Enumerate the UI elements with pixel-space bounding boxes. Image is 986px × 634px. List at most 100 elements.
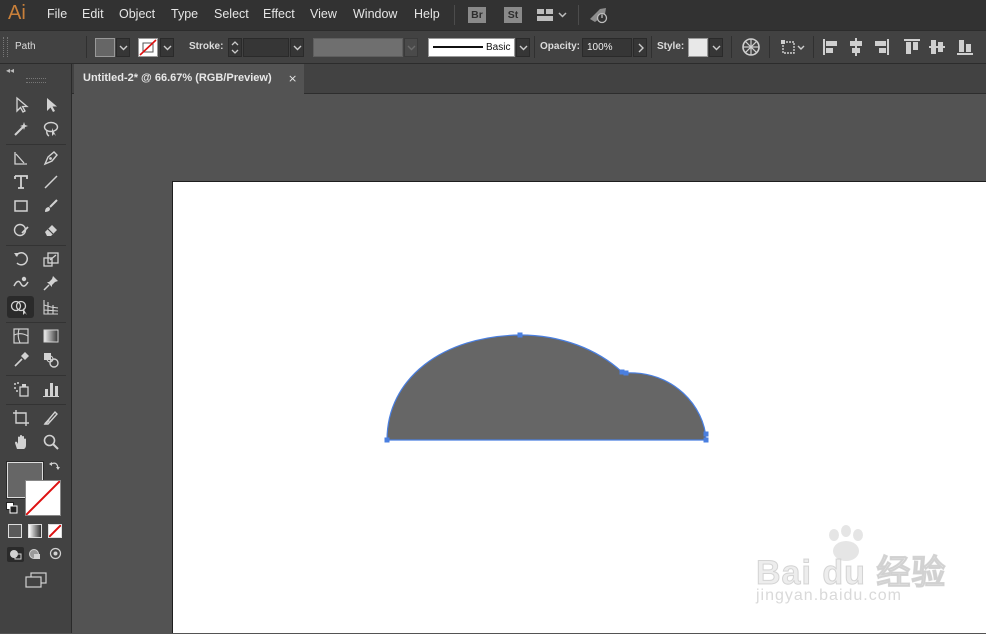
align-to-selection-icon: [781, 40, 805, 54]
selection-tool[interactable]: [9, 94, 33, 116]
slice-tool[interactable]: [39, 407, 63, 429]
shape-builder-tool[interactable]: [7, 296, 34, 318]
rotate-tool[interactable]: [9, 248, 33, 270]
column-graph-tool[interactable]: [39, 378, 63, 400]
stroke-weight-stepper[interactable]: [228, 38, 242, 57]
menu-type[interactable]: Type: [171, 7, 198, 21]
gradient-tool[interactable]: [39, 325, 63, 347]
symbol-sprayer-tool[interactable]: [9, 378, 33, 400]
tools-panel-grip[interactable]: [26, 78, 46, 83]
draw-normal-button[interactable]: [7, 547, 24, 562]
document-tab[interactable]: Untitled-2* @ 66.67% (RGB/Preview) ×: [74, 64, 304, 94]
collapse-panel-icon[interactable]: ◂◂: [6, 66, 14, 75]
close-icon[interactable]: ×: [288, 72, 297, 85]
eraser-tool[interactable]: [39, 219, 63, 241]
puppet-warp-tool[interactable]: [39, 272, 63, 294]
menu-effect[interactable]: Effect: [263, 7, 295, 21]
align-top-icon: [904, 39, 920, 54]
app-logo: Ai: [8, 2, 26, 24]
graphic-style-swatch[interactable]: [688, 38, 708, 57]
lasso-tool[interactable]: [39, 118, 63, 140]
shape-builder-icon: [10, 300, 27, 315]
anchor-point[interactable]: [703, 431, 709, 437]
menu-object[interactable]: Object: [119, 7, 155, 21]
stroke-weight-dropdown[interactable]: [290, 38, 304, 57]
align-vertical-center-icon: [929, 40, 945, 54]
brush-definition[interactable]: Basic: [428, 38, 515, 57]
gpu-performance-button[interactable]: [588, 6, 610, 27]
watermark: Bai du 经验 jingyan.baidu.com: [755, 525, 976, 615]
eyedropper-tool[interactable]: [9, 349, 33, 371]
chevron-down-icon: [519, 45, 528, 51]
gradient-mode-button[interactable]: [28, 524, 42, 538]
variable-width-dropdown[interactable]: [404, 38, 418, 57]
stroke-label: Stroke:: [189, 41, 224, 52]
menu-view[interactable]: View: [310, 7, 337, 21]
opacity-slider-button[interactable]: [633, 38, 647, 57]
workspace-layout-button[interactable]: [537, 8, 569, 25]
control-bar-grip[interactable]: [3, 37, 8, 57]
mesh-tool[interactable]: [9, 325, 33, 347]
brush-dropdown[interactable]: [516, 38, 530, 57]
menu-help[interactable]: Help: [414, 7, 440, 21]
draw-behind-button[interactable]: [28, 547, 41, 563]
paintbrush-tool[interactable]: [39, 195, 63, 217]
stroke-color-proxy[interactable]: [25, 480, 61, 516]
curvature-tool[interactable]: [9, 147, 33, 169]
variable-width-profile[interactable]: [313, 38, 403, 57]
watermark-url: jingyan.baidu.com: [756, 587, 902, 604]
align-bottom-button[interactable]: [956, 37, 974, 60]
default-fill-stroke-button[interactable]: [6, 502, 18, 517]
menu-edit[interactable]: Edit: [82, 7, 104, 21]
blend-tool[interactable]: [39, 349, 63, 371]
artboard-tool[interactable]: [9, 407, 33, 429]
bridge-button[interactable]: Br: [468, 7, 486, 23]
graphic-style-dropdown[interactable]: [709, 38, 723, 57]
draw-inside-button[interactable]: [49, 547, 62, 563]
align-top-button[interactable]: [903, 37, 921, 60]
color-mode-button[interactable]: [8, 524, 22, 538]
anchor-point[interactable]: [623, 370, 629, 376]
menu-select[interactable]: Select: [214, 7, 249, 21]
direct-selection-arrow-icon: [47, 98, 57, 112]
opacity-field[interactable]: 100%: [582, 38, 632, 57]
scale-tool[interactable]: [39, 248, 63, 270]
align-to-button[interactable]: [780, 37, 808, 60]
shaper-tool[interactable]: [9, 219, 33, 241]
align-left-button[interactable]: [822, 37, 840, 60]
swap-fill-stroke-button[interactable]: [49, 460, 61, 475]
line-segment-tool[interactable]: [39, 171, 63, 193]
screen-mode-button[interactable]: [25, 572, 47, 591]
align-right-button[interactable]: [872, 37, 890, 60]
magic-wand-tool[interactable]: [9, 118, 33, 140]
menu-file[interactable]: File: [47, 7, 67, 21]
anchor-point[interactable]: [703, 437, 709, 443]
align-vertical-center-button[interactable]: [928, 37, 946, 60]
rectangle-tool[interactable]: [9, 195, 33, 217]
zoom-tool[interactable]: [39, 431, 63, 453]
pen-tool[interactable]: [39, 147, 63, 169]
warp-tool[interactable]: [9, 272, 33, 294]
cloud-shape-path[interactable]: [386, 334, 707, 441]
stroke-weight-field[interactable]: [243, 38, 289, 57]
direct-selection-tool[interactable]: [39, 94, 63, 116]
recolor-artwork-button[interactable]: [741, 37, 761, 60]
align-horizontal-center-icon: [850, 38, 862, 56]
type-tool[interactable]: [9, 171, 33, 193]
hand-tool[interactable]: [9, 431, 33, 453]
tool-divider: [6, 375, 66, 376]
fill-dropdown[interactable]: [116, 38, 130, 57]
symbol-sprayer-icon: [14, 382, 29, 397]
anchor-point[interactable]: [384, 437, 390, 443]
stroke-swatch[interactable]: [138, 38, 158, 57]
anchor-point[interactable]: [517, 332, 523, 338]
rotate-icon: [14, 252, 29, 266]
chevron-down-icon: [119, 45, 128, 51]
stroke-color-dropdown[interactable]: [160, 38, 174, 57]
none-mode-button[interactable]: [48, 524, 62, 538]
menu-window[interactable]: Window: [353, 7, 397, 21]
fill-swatch[interactable]: [95, 38, 115, 57]
align-horizontal-center-button[interactable]: [847, 37, 865, 60]
stock-button[interactable]: St: [504, 7, 522, 23]
perspective-grid-tool[interactable]: [39, 296, 63, 318]
